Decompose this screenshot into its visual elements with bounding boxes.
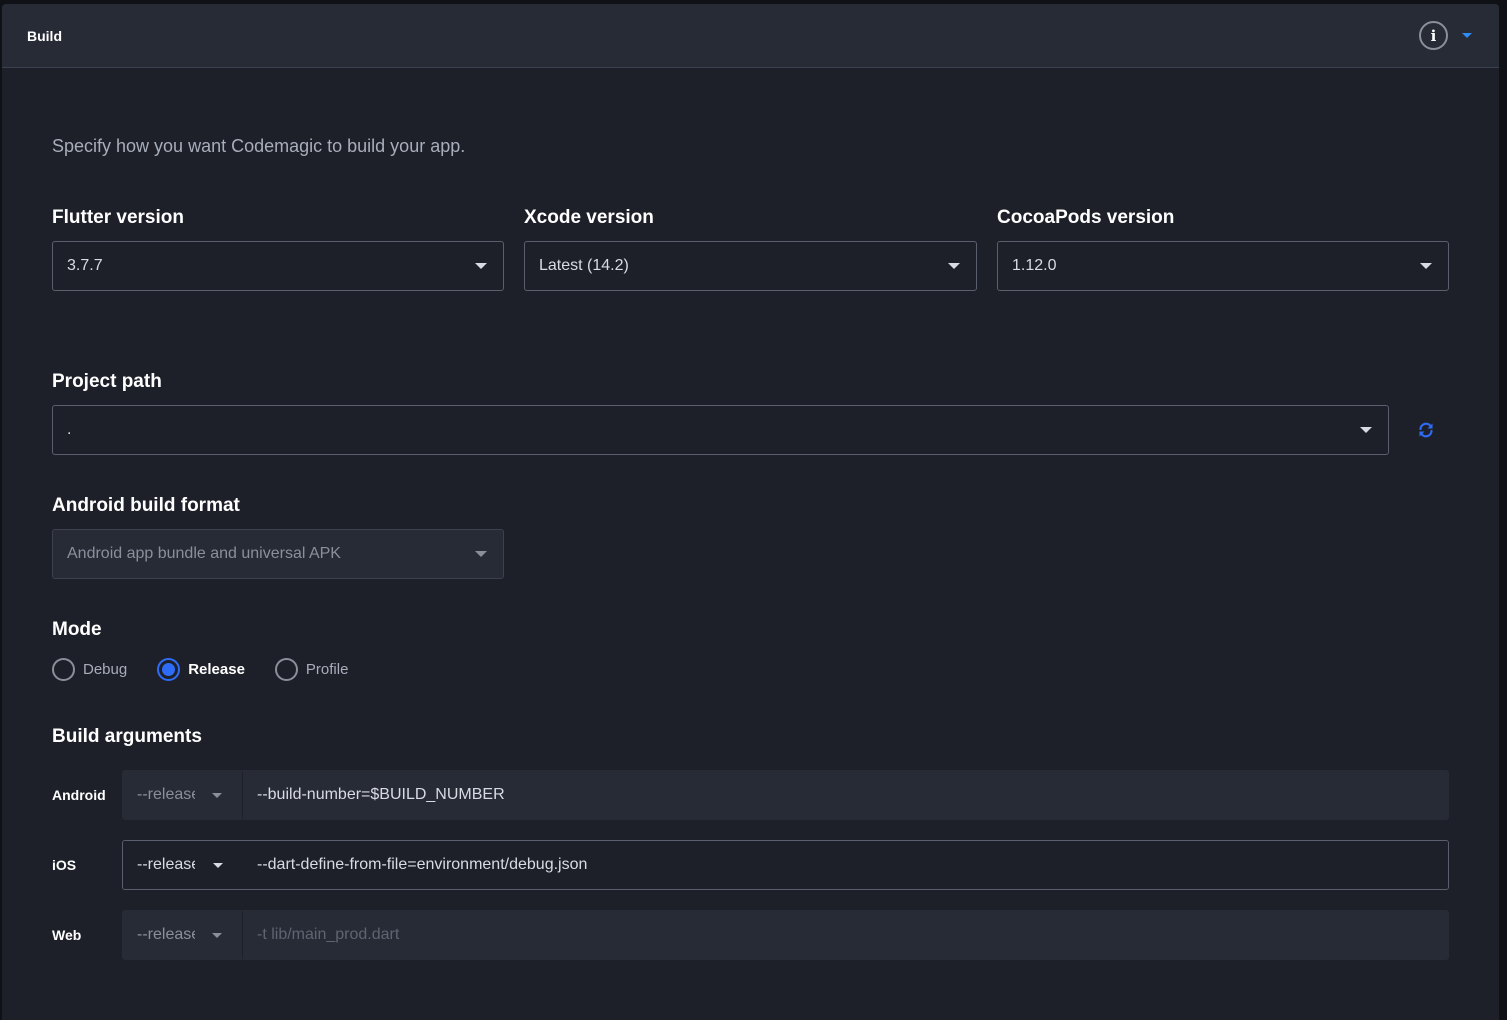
mode-option-label: Release xyxy=(188,661,245,678)
build-mode-value: --release xyxy=(137,926,195,943)
xcode-version-select[interactable]: Latest (14.2) xyxy=(524,241,977,291)
chevron-down-icon xyxy=(475,263,487,269)
project-path-label: Project path xyxy=(52,371,162,392)
chevron-down-icon xyxy=(212,932,222,938)
mode-option-debug[interactable]: Debug xyxy=(52,658,127,681)
build-arguments-label: Build arguments xyxy=(52,726,202,747)
chevron-down-icon xyxy=(1360,427,1372,433)
build-mode-select[interactable]: --release xyxy=(123,771,243,819)
cocoapods-version-select[interactable]: 1.12.0 xyxy=(997,241,1449,291)
collapse-toggle[interactable] xyxy=(1460,29,1474,43)
build-args-field: --release -t lib/main_prod.dart xyxy=(122,910,1449,960)
chevron-down-icon xyxy=(213,862,223,868)
android-build-format-label: Android build format xyxy=(52,495,240,516)
build-mode-select[interactable]: --release xyxy=(123,841,243,889)
build-mode-value: --release xyxy=(137,856,195,873)
flutter-version-value: 3.7.7 xyxy=(67,257,103,274)
build-args-input[interactable]: -t lib/main_prod.dart xyxy=(243,911,1448,959)
header-actions: i xyxy=(1419,21,1474,50)
mode-label: Mode xyxy=(52,619,102,640)
project-path-value: . xyxy=(67,421,72,438)
chevron-down-icon xyxy=(212,792,222,798)
build-args-field: --release --build-number=$BUILD_NUMBER xyxy=(122,770,1449,820)
mode-option-release[interactable]: Release xyxy=(157,658,245,681)
build-args-row-web: Web --release -t lib/main_prod.dart xyxy=(52,910,1449,960)
mode-option-label: Debug xyxy=(83,661,128,678)
build-args-input[interactable]: --dart-define-from-file=environment/debu… xyxy=(243,841,1448,889)
build-args-row-android: Android --release --build-number=$BUILD_… xyxy=(52,770,1449,820)
build-args-row-ios: iOS --release --dart-define-from-file=en… xyxy=(52,840,1449,890)
build-section-panel: Build i Specify how you want Codemagic t… xyxy=(2,4,1499,1020)
platform-label: iOS xyxy=(52,857,77,873)
mode-radio-group: Debug Release Profile xyxy=(52,658,378,681)
build-mode-value: --release xyxy=(137,786,195,803)
cocoapods-version-value: 1.12.0 xyxy=(1012,257,1057,274)
mode-option-profile[interactable]: Profile xyxy=(274,658,349,681)
section-title: Build xyxy=(27,27,62,44)
radio-button[interactable] xyxy=(52,658,75,681)
build-args-field: --release --dart-define-from-file=enviro… xyxy=(122,840,1449,890)
chevron-down-icon xyxy=(948,263,960,269)
xcode-version-value: Latest (14.2) xyxy=(539,257,629,274)
info-icon[interactable]: i xyxy=(1419,21,1448,50)
radio-selected-dot xyxy=(162,663,176,676)
build-mode-select[interactable]: --release xyxy=(123,911,243,959)
project-path-select[interactable]: . xyxy=(52,405,1389,455)
xcode-version-label: Xcode version xyxy=(524,207,654,228)
platform-label: Web xyxy=(52,927,82,943)
android-build-format-value: Android app bundle and universal APK xyxy=(67,545,341,562)
android-build-format-select[interactable]: Android app bundle and universal APK xyxy=(52,529,504,579)
flutter-version-select[interactable]: 3.7.7 xyxy=(52,241,504,291)
intro-text: Specify how you want Codemagic to build … xyxy=(52,136,466,156)
refresh-icon[interactable] xyxy=(1416,420,1436,440)
section-header[interactable]: Build i xyxy=(2,4,1499,68)
chevron-down-icon xyxy=(1462,33,1472,38)
cocoapods-version-label: CocoaPods version xyxy=(997,207,1175,228)
chevron-down-icon xyxy=(1420,263,1432,269)
radio-button[interactable] xyxy=(157,658,181,681)
build-args-input[interactable]: --build-number=$BUILD_NUMBER xyxy=(243,771,1448,819)
platform-label: Android xyxy=(52,787,106,803)
flutter-version-label: Flutter version xyxy=(52,207,184,228)
chevron-down-icon xyxy=(475,551,487,557)
radio-button[interactable] xyxy=(274,658,298,681)
mode-option-label: Profile xyxy=(305,661,349,678)
